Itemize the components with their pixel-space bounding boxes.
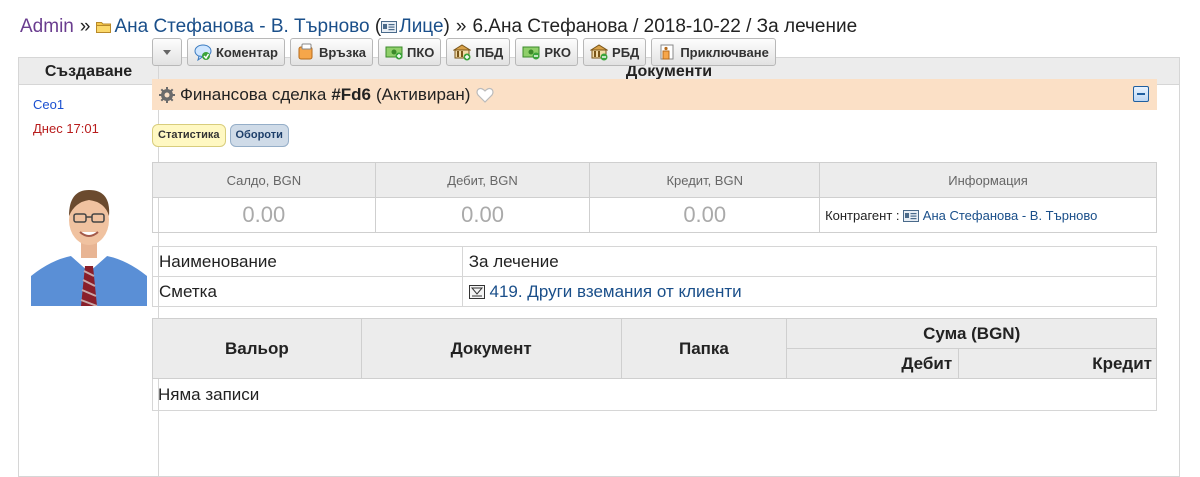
counterparty-info: Контрагент : Ана Стефанова - В. Търново [819,197,1157,233]
gear-icon [159,86,175,103]
chevron-down-icon [163,49,171,55]
toolbar: Коментар Връзка ПКО ПБД РКО РБД Приключв… [152,38,776,66]
contact-card-icon [903,209,920,222]
deal-state: (Активиран) [376,84,471,104]
tab-turnover[interactable]: Обороти [229,124,289,147]
credit-value: 0.00 [589,197,821,233]
credit-col-header: Кредит [958,348,1157,379]
heart-icon[interactable] [476,87,495,103]
deal-title: Финансова сделка [180,84,327,104]
cash-out-icon [522,46,540,60]
comment-button[interactable]: Коментар [187,38,285,66]
rko-button-label: РКО [544,44,572,60]
account-cell: 419. Други вземания от клиенти [461,276,1158,307]
info-col-header: Информация [819,162,1157,198]
movements-table: Вальор Документ Папка Сума (BGN) Дебит К… [152,318,1157,411]
empty-message: Няма записи [152,378,1157,411]
comment-button-label: Коментар [216,44,278,60]
breadcrumb-admin-link[interactable]: Admin [20,16,74,38]
close-deal-button-label: Приключване [680,44,769,60]
breadcrumb-client-type-link[interactable]: Лице [399,16,443,38]
breadcrumb: Admin » Ана Стефанова - В. Търново ( Лиц… [20,16,857,38]
balance-table: Салдо, BGN Дебит, BGN Кредит, BGN Информ… [152,162,1157,233]
name-label: Наименование [152,246,463,277]
debit-col-header: Дебит [786,348,960,379]
details-row: Сметка 419. Други вземания от клиенти [152,276,1158,307]
rko-button[interactable]: РКО [515,38,579,66]
link-button[interactable]: Връзка [289,38,373,66]
created-date: Днес 17:01 [33,121,99,136]
table-row: Няма записи [152,378,1157,411]
breadcrumb-client-link[interactable]: Ана Стефанова - В. Търново [114,16,369,38]
account-link[interactable]: 419. Други вземания от клиенти [490,282,742,301]
breadcrumb-current: 6.Ана Стефанова / 2018-10-22 / За лечени… [472,16,858,37]
link-icon [298,43,313,60]
credit-col-header: Кредит, BGN [589,162,821,198]
balance-header-row: Салдо, BGN Дебит, BGN Кредит, BGN Информ… [152,162,1157,198]
balance-values-row: 0.00 0.00 0.00 Контрагент : Ана Стефанов… [152,197,1157,233]
deal-code: #Fd6 [331,84,371,104]
deal-header: Финансова сделка #Fd6 (Активиран) [152,79,1157,110]
pbd-button-label: ПБД [475,44,504,60]
rbd-button[interactable]: РБД [583,38,647,66]
close-deal-icon [660,44,674,60]
cash-in-icon [385,46,403,60]
details-table: Наименование За лечение Сметка 419. Друг… [152,246,1158,307]
bank-out-icon [590,44,609,61]
rbd-button-label: РБД [612,44,640,60]
folder-icon [96,22,112,33]
creator-name[interactable]: Ceo1 [33,97,64,112]
comment-icon [194,44,212,61]
breadcrumb-paren-close: ) [443,16,450,37]
link-button-label: Връзка [318,44,366,60]
tab-statistics[interactable]: Статистика [152,124,226,147]
movements-header-row: Вальор Документ Папка Сума (BGN) [152,318,1157,379]
debit-col-header: Дебит, BGN [374,162,591,198]
counterparty-label: Контрагент : [825,207,900,223]
pbd-button[interactable]: ПБД [446,38,511,66]
pko-button-label: ПКО [406,44,435,60]
pko-button[interactable]: ПКО [377,38,442,66]
account-label: Сметка [152,276,463,307]
breadcrumb-separator: » [455,16,467,37]
bank-in-icon [453,44,472,61]
avatar [31,176,147,306]
contact-card-icon [381,21,398,33]
header-create: Създаване [19,58,159,85]
valor-col-header: Вальор [152,318,362,379]
document-col-header: Документ [360,318,622,379]
folder-col-header: Папка [620,318,788,379]
view-tabs: Статистика Обороти [152,124,289,147]
creator-column: Ceo1 Днес 17:01 [19,86,159,476]
counterparty-link[interactable]: Ана Стефанова - В. Търново [923,208,1098,223]
debit-value: 0.00 [374,197,591,233]
breadcrumb-paren-open: ( [369,16,382,37]
name-value: За лечение [461,246,1158,277]
amount-col-header: Сума (BGN) [786,318,1157,349]
toolbar-menu-button[interactable] [152,38,182,66]
breadcrumb-separator: » [79,16,91,37]
close-deal-button[interactable]: Приключване [651,38,776,66]
collapse-icon[interactable] [1133,86,1149,102]
balance-col-header: Салдо, BGN [152,162,376,198]
avatar-image [31,176,147,306]
details-row: Наименование За лечение [152,246,1158,277]
balance-value: 0.00 [152,197,376,233]
account-icon [468,284,485,299]
